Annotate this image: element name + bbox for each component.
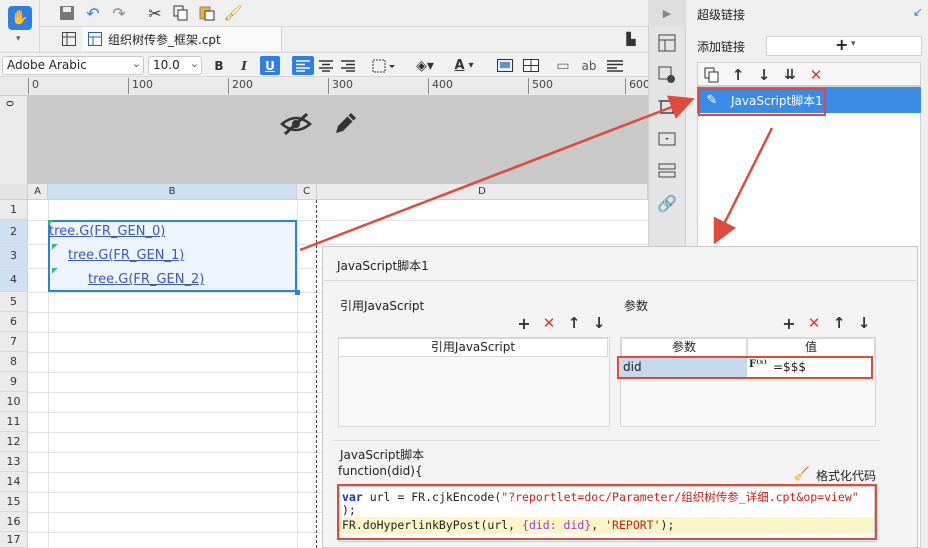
arrow-to-dialog — [713, 127, 774, 245]
arrow-to-hyperlink — [299, 95, 695, 252]
annotation-arrows — [299, 95, 774, 252]
